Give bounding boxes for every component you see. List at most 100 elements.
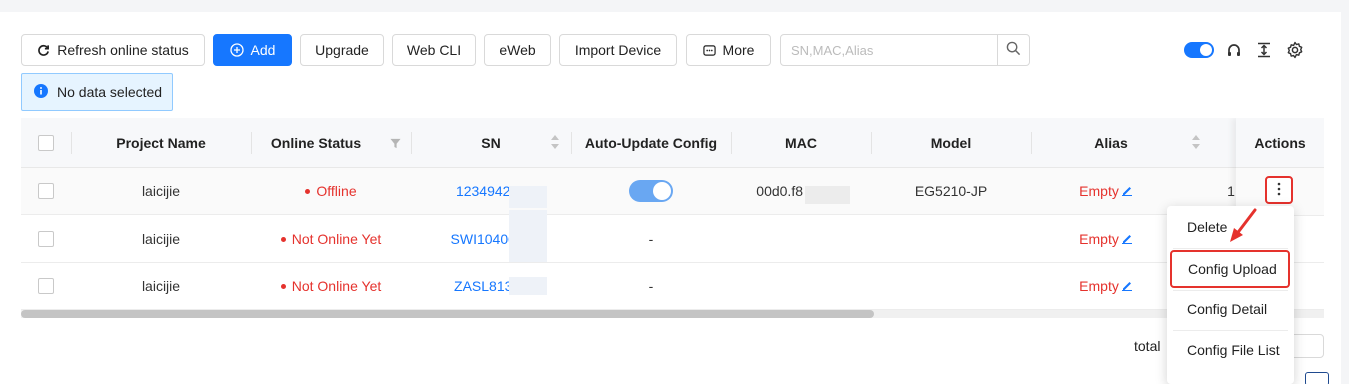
auto-update-toggle[interactable] [629,180,673,202]
device-table: Project Name Online Status SN Auto-Updat… [21,118,1324,311]
row-checkbox[interactable] [38,278,54,294]
menu-item-config-file-list[interactable]: Config File List [1167,331,1294,369]
online-status-text: Not Online Yet [291,278,382,294]
alias-cell: Empty [1031,263,1181,309]
web-cli-button[interactable]: Web CLI [392,34,476,66]
header-sn[interactable]: SN [411,118,571,167]
column-height-icon[interactable] [1255,41,1273,59]
gear-icon[interactable] [1286,41,1304,59]
header-project-name: Project Name [116,134,206,151]
status-dot [280,236,286,242]
header-auto-update-config: Auto-Update Config [584,134,718,151]
top-strip [0,0,1349,12]
header-mac: MAC [785,134,817,151]
help-icon[interactable] [1305,372,1329,384]
search-input[interactable] [781,35,999,65]
search-box [780,34,1030,66]
edit-pencil-icon[interactable] [1121,231,1133,247]
header-alias-label: Alias [1094,134,1128,151]
auto-update-cell: - [648,231,654,247]
more-label: More [722,42,755,58]
search-button[interactable] [997,35,1029,65]
row-checkbox[interactable] [38,231,54,247]
eweb-button[interactable]: eWeb [484,34,551,66]
header-alias[interactable]: Alias [1031,118,1211,167]
auto-update-cell: - [648,278,654,294]
auto-update-cell [571,168,731,214]
plus-circle-icon [229,43,244,57]
menu-divider [1173,248,1288,249]
scrollbar-thumb[interactable] [21,310,874,318]
alias-text: Empty [1079,278,1119,294]
import-device-button[interactable]: Import Device [559,34,677,66]
header-online-status-label: Online Status [270,134,362,151]
add-button[interactable]: Add [213,34,292,66]
more-vertical-icon [1277,182,1281,199]
toggle-knob [653,182,671,200]
toggle-knob [1200,44,1212,56]
online-status-cell: Not Online Yet [251,216,411,262]
menu-item-config-upload[interactable]: Config Upload [1170,250,1290,288]
add-label: Add [250,42,276,58]
row-checkbox[interactable] [38,183,54,199]
horizontal-scrollbar[interactable] [21,310,1324,318]
row-actions-button[interactable] [1265,176,1293,204]
status-dot [305,188,311,194]
right-edge [1341,12,1349,384]
more-button[interactable]: More [686,34,771,66]
view-toggle[interactable] [1184,42,1214,58]
sn-link[interactable]: ZASL81300 [411,263,571,309]
table-header: Project Name Online Status SN Auto-Updat… [21,118,1324,168]
more-dots-icon [702,44,716,57]
table-row[interactable]: laicijie Not Online Yet SWI1040000 - Emp… [21,210,1324,263]
sn-link[interactable]: SWI1040000 [411,216,571,262]
page-size-select[interactable] [1290,334,1324,358]
table-row[interactable]: laicijie Offline 123494257 00d0.f8 EG521… [21,168,1324,215]
header-sn-label: SN [481,134,501,151]
menu-item-config-detail[interactable]: Config Detail [1167,290,1294,328]
row-select-cell [21,168,71,214]
table-row[interactable]: laicijie Not Online Yet ZASL81300 - Empt… [21,263,1324,310]
header-select-all [21,118,71,167]
header-model: Model [930,134,972,151]
model-cell: EG5210-JP [914,183,988,199]
redacted-mask [805,186,850,204]
refresh-label: Refresh online status [57,42,189,58]
project-name-cell: laicijie [141,231,181,247]
header-online-status[interactable]: Online Status [251,118,411,167]
selection-info-text: No data selected [57,84,163,100]
edit-pencil-icon[interactable] [1121,183,1133,199]
row-select-cell [21,263,71,309]
alias-text: Empty [1079,231,1119,247]
refresh-online-status-button[interactable]: Refresh online status [21,34,205,66]
online-status-cell: Not Online Yet [251,263,411,309]
select-all-checkbox[interactable] [38,134,54,151]
header-actions: Actions [1236,118,1324,168]
online-status-text: Not Online Yet [291,231,382,247]
filter-icon[interactable] [390,136,401,152]
row-select-cell [21,216,71,262]
sort-icon[interactable] [1191,134,1201,153]
alias-value[interactable]: Empty [1079,278,1133,294]
upgrade-button[interactable]: Upgrade [300,34,384,66]
redacted-mask [509,186,547,208]
edit-pencil-icon[interactable] [1121,278,1133,294]
selection-info-banner: No data selected [21,73,173,111]
project-name-cell: laicijie [141,183,181,199]
mac-cell: 00d0.f8 [756,183,803,199]
redacted-mask [509,277,547,295]
sort-icon[interactable] [550,134,560,153]
sn-link[interactable]: 123494257 [411,168,571,214]
alias-value[interactable]: Empty [1079,183,1133,199]
annotation-arrow-icon [1226,208,1258,247]
alias-cell: Empty [1031,216,1181,262]
redacted-mask [509,210,547,262]
search-icon [1006,41,1021,59]
total-count-label: total [1134,338,1161,354]
alias-cell: Empty [1031,168,1181,214]
refresh-icon [37,44,50,57]
alias-text: Empty [1079,183,1119,199]
alias-value[interactable]: Empty [1079,231,1133,247]
headset-icon[interactable] [1225,41,1243,59]
project-name-cell: laicijie [141,278,181,294]
